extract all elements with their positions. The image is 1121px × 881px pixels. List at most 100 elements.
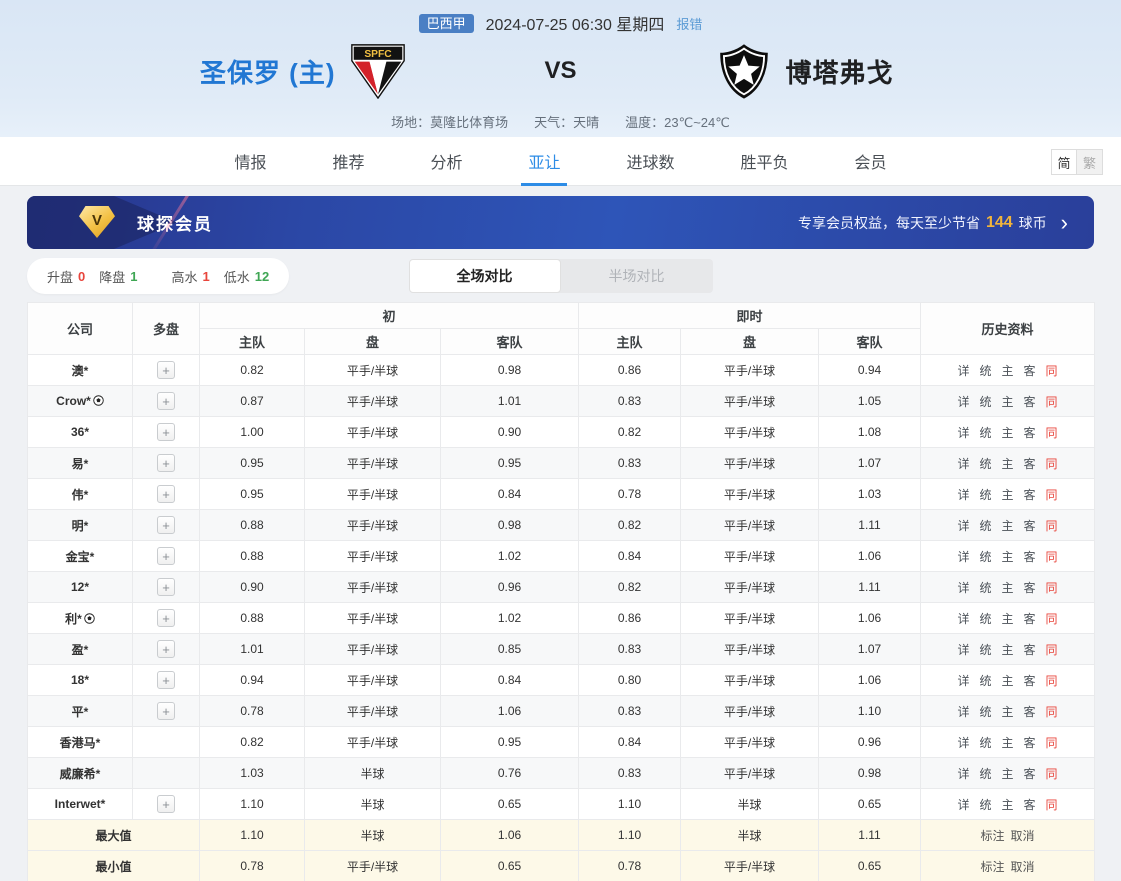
history-link-详[interactable]: 详 [957, 581, 969, 595]
history-link-详[interactable]: 详 [957, 488, 969, 502]
expand-plus-button[interactable]: + [157, 640, 175, 658]
history-link-客[interactable]: 客 [1024, 395, 1036, 409]
history-link-同[interactable]: 同 [1046, 426, 1058, 440]
history-link-同[interactable]: 同 [1046, 643, 1058, 657]
history-link-主[interactable]: 主 [1002, 488, 1014, 502]
nav-tab-推荐[interactable]: 推荐 [330, 137, 366, 185]
company-cell[interactable]: 平* [28, 696, 133, 727]
history-link-详[interactable]: 详 [957, 426, 969, 440]
lang-simplified-button[interactable]: 简 [1051, 149, 1077, 175]
history-link-同[interactable]: 同 [1046, 364, 1058, 378]
history-link-同[interactable]: 同 [1046, 705, 1058, 719]
history-link-统[interactable]: 统 [979, 798, 991, 812]
company-cell[interactable]: 香港马* [28, 727, 133, 758]
expand-plus-button[interactable]: + [157, 547, 175, 565]
nav-tab-分析[interactable]: 分析 [428, 137, 464, 185]
history-link-主[interactable]: 主 [1002, 581, 1014, 595]
history-link-同[interactable]: 同 [1046, 736, 1058, 750]
history-link-同[interactable]: 同 [1046, 612, 1058, 626]
history-link-同[interactable]: 同 [1046, 550, 1058, 564]
history-link-详[interactable]: 详 [957, 798, 969, 812]
expand-plus-button[interactable]: + [157, 671, 175, 689]
company-cell[interactable]: 威廉希* [28, 758, 133, 789]
history-link-客[interactable]: 客 [1024, 426, 1036, 440]
history-link-同[interactable]: 同 [1046, 488, 1058, 502]
history-link-主[interactable]: 主 [1002, 550, 1014, 564]
history-link-详[interactable]: 详 [957, 705, 969, 719]
history-link-客[interactable]: 客 [1024, 705, 1036, 719]
history-link-同[interactable]: 同 [1046, 581, 1058, 595]
nav-tab-情报[interactable]: 情报 [232, 137, 268, 185]
history-link-同[interactable]: 同 [1046, 767, 1058, 781]
history-link-详[interactable]: 详 [957, 612, 969, 626]
lang-traditional-button[interactable]: 繁 [1077, 149, 1103, 175]
history-link-主[interactable]: 主 [1002, 426, 1014, 440]
history-link-主[interactable]: 主 [1002, 767, 1014, 781]
expand-plus-button[interactable]: + [157, 485, 175, 503]
history-link-主[interactable]: 主 [1002, 674, 1014, 688]
expand-plus-button[interactable]: + [157, 454, 175, 472]
company-cell[interactable]: 36* [28, 417, 133, 448]
history-link-详[interactable]: 详 [957, 457, 969, 471]
history-link-同[interactable]: 同 [1046, 395, 1058, 409]
company-cell[interactable]: 盈* [28, 634, 133, 665]
history-link-主[interactable]: 主 [1002, 736, 1014, 750]
history-link-客[interactable]: 客 [1024, 736, 1036, 750]
history-link-统[interactable]: 统 [979, 395, 991, 409]
history-link-详[interactable]: 详 [957, 767, 969, 781]
history-link-统[interactable]: 统 [979, 674, 991, 688]
company-cell[interactable]: 澳* [28, 355, 133, 386]
summary-action-取消[interactable]: 取消 [1011, 829, 1035, 843]
expand-plus-button[interactable]: + [157, 702, 175, 720]
history-link-统[interactable]: 统 [979, 426, 991, 440]
company-cell[interactable]: 12* [28, 572, 133, 603]
history-link-同[interactable]: 同 [1046, 519, 1058, 533]
history-link-客[interactable]: 客 [1024, 674, 1036, 688]
expand-plus-button[interactable]: + [157, 795, 175, 813]
history-link-主[interactable]: 主 [1002, 612, 1014, 626]
history-link-详[interactable]: 详 [957, 519, 969, 533]
history-link-详[interactable]: 详 [957, 364, 969, 378]
history-link-客[interactable]: 客 [1024, 643, 1036, 657]
history-link-主[interactable]: 主 [1002, 395, 1014, 409]
summary-action-标注[interactable]: 标注 [981, 829, 1005, 843]
history-link-详[interactable]: 详 [957, 643, 969, 657]
history-link-统[interactable]: 统 [979, 457, 991, 471]
company-cell[interactable]: 易* [28, 448, 133, 479]
history-link-客[interactable]: 客 [1024, 364, 1036, 378]
history-link-同[interactable]: 同 [1046, 798, 1058, 812]
history-link-同[interactable]: 同 [1046, 457, 1058, 471]
expand-plus-button[interactable]: + [157, 609, 175, 627]
vip-promo-link[interactable]: 专享会员权益，每天至少节省 144 球币 › [798, 212, 1068, 234]
history-link-主[interactable]: 主 [1002, 705, 1014, 719]
history-link-统[interactable]: 统 [979, 581, 991, 595]
company-cell[interactable]: 18* [28, 665, 133, 696]
home-team-name[interactable]: 圣保罗 (主) [200, 53, 336, 90]
history-link-统[interactable]: 统 [979, 736, 991, 750]
history-link-详[interactable]: 详 [957, 736, 969, 750]
history-link-同[interactable]: 同 [1046, 674, 1058, 688]
history-link-客[interactable]: 客 [1024, 488, 1036, 502]
company-cell[interactable]: 金宝* [28, 541, 133, 572]
history-link-详[interactable]: 详 [957, 395, 969, 409]
expand-plus-button[interactable]: + [157, 516, 175, 534]
company-cell[interactable]: 伟* [28, 479, 133, 510]
history-link-详[interactable]: 详 [957, 550, 969, 564]
summary-action-取消[interactable]: 取消 [1011, 860, 1035, 874]
nav-tab-胜平负[interactable]: 胜平负 [739, 137, 791, 185]
history-link-主[interactable]: 主 [1002, 643, 1014, 657]
history-link-客[interactable]: 客 [1024, 581, 1036, 595]
history-link-统[interactable]: 统 [979, 488, 991, 502]
nav-tab-会员[interactable]: 会员 [853, 137, 889, 185]
history-link-客[interactable]: 客 [1024, 457, 1036, 471]
history-link-客[interactable]: 客 [1024, 612, 1036, 626]
expand-plus-button[interactable]: + [157, 361, 175, 379]
expand-plus-button[interactable]: + [157, 578, 175, 596]
history-link-客[interactable]: 客 [1024, 519, 1036, 533]
history-link-主[interactable]: 主 [1002, 364, 1014, 378]
full-match-tab[interactable]: 全场对比 [409, 259, 561, 293]
history-link-统[interactable]: 统 [979, 612, 991, 626]
company-cell[interactable]: 明* [28, 510, 133, 541]
history-link-主[interactable]: 主 [1002, 798, 1014, 812]
half-match-tab[interactable]: 半场对比 [561, 259, 713, 293]
